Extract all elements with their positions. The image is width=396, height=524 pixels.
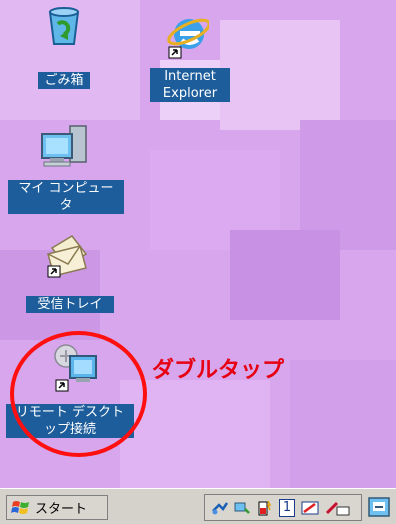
input-indicator[interactable]: 1 (279, 499, 295, 517)
inbox-icon (47, 235, 88, 278)
desktop-icon-label: ごみ箱 (38, 72, 90, 89)
wallpaper-tile (230, 230, 340, 320)
double-tap-annotation: ダブルタップ (152, 358, 285, 383)
battery-icon[interactable] (255, 499, 273, 517)
desktop-icon-label: Internet Explorer (150, 68, 230, 102)
start-label: スタート (35, 502, 88, 517)
show-desktop-icon[interactable] (367, 496, 391, 518)
desktop: ごみ箱 Internet Explorer マイ コンピュー タ 受信トレイ リ… (0, 0, 396, 488)
recycle-bin-icon (48, 7, 80, 45)
pen-input-icon[interactable] (301, 499, 319, 517)
highlight-circle (10, 331, 147, 457)
desktop-icon-label: マイ コンピュー タ (8, 180, 124, 214)
windows-flag-icon (11, 500, 29, 514)
my-computer-icon (41, 125, 87, 167)
taskbar: スタート 1 (0, 488, 396, 524)
start-button[interactable]: スタート (6, 495, 108, 520)
system-tray: 1 (204, 494, 362, 521)
internet-explorer-icon (167, 18, 209, 59)
wallpaper-tile (290, 360, 396, 488)
keyboard-icon[interactable] (325, 499, 351, 517)
desktop-icon-label: 受信トレイ (26, 296, 114, 313)
wallpaper-tile (220, 20, 340, 130)
connection-icon[interactable] (233, 499, 251, 517)
network-icon[interactable] (211, 499, 229, 517)
